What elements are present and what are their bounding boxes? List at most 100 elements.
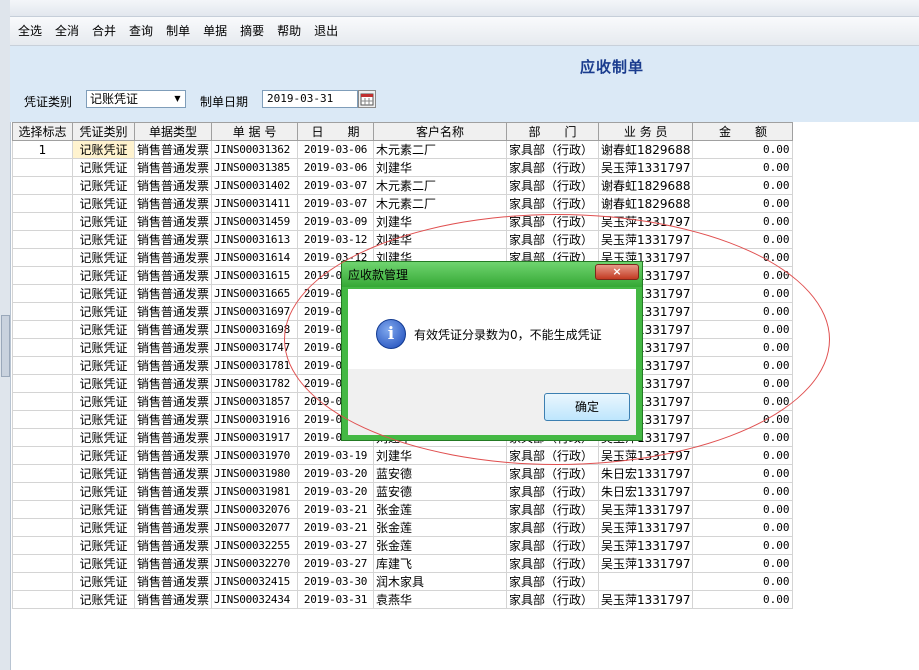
date-cell: 2019-03-12 — [297, 230, 375, 249]
document-number-cell: JINS00031697 — [211, 302, 299, 321]
table-row[interactable]: 记账凭证 销售普通发票 JINS00032255 2019-03-27 张金莲 家具部（行… — [12, 536, 794, 555]
page-title: 应收制单 — [580, 58, 645, 76]
selection-flag-cell[interactable] — [12, 212, 73, 231]
column-header[interactable]: 部 门 — [506, 122, 600, 141]
amount-cell: 0.00 — [692, 374, 794, 393]
voucher-type-cell: 记账凭证 — [72, 212, 135, 231]
column-header[interactable]: 业 务 员 — [598, 122, 694, 141]
document-type-cell: 销售普通发票 — [133, 320, 213, 339]
date-field[interactable]: 2019-03-31 — [262, 90, 358, 108]
selection-flag-cell[interactable] — [12, 536, 73, 555]
table-row[interactable]: 记账凭证 销售普通发票 JINS00032077 2019-03-21 张金莲 家具部（行… — [12, 518, 794, 537]
selection-flag-cell[interactable] — [12, 518, 73, 537]
selection-flag-cell[interactable] — [12, 590, 73, 609]
query-button[interactable]: 查询 — [124, 20, 158, 42]
selection-flag-cell[interactable] — [12, 230, 73, 249]
chevron-down-icon[interactable]: ▼ — [170, 91, 185, 107]
date-cell: 2019-03-31 — [297, 590, 375, 609]
document-number-cell: JINS00031459 — [211, 212, 299, 231]
table-row[interactable]: 记账凭证 销售普通发票 JINS00032076 2019-03-21 张金莲 家具部（行… — [12, 500, 794, 519]
document-type-cell: 销售普通发票 — [133, 446, 213, 465]
table-row[interactable]: 记账凭证 销售普通发票 JINS00032270 2019-03-27 库建飞 家具部（行… — [12, 554, 794, 573]
column-header[interactable]: 客户名称 — [373, 122, 508, 141]
selection-flag-cell[interactable] — [12, 158, 73, 177]
column-header[interactable]: 金 额 — [692, 122, 794, 141]
department-cell: 家具部（行政） — [506, 482, 600, 501]
amount-cell: 0.00 — [692, 428, 794, 447]
selection-flag-cell[interactable] — [12, 500, 73, 519]
dialog-message: 有效凭证分录数为0，不能生成凭证 — [414, 328, 602, 342]
selection-flag-cell[interactable] — [12, 284, 73, 303]
selection-flag-cell[interactable] — [12, 338, 73, 357]
selection-flag-cell[interactable] — [12, 320, 73, 339]
dialog-titlebar[interactable]: 应收款管理 × — [342, 262, 642, 287]
selection-flag-cell[interactable] — [12, 464, 73, 483]
table-row[interactable]: 记账凭证 销售普通发票 JINS00031402 2019-03-07 木元素二厂 家具部… — [12, 176, 794, 195]
table-row[interactable]: 记账凭证 销售普通发票 JINS00031980 2019-03-20 蓝安德 家具部（行… — [12, 464, 794, 483]
calendar-button[interactable] — [358, 90, 376, 108]
summary-button[interactable]: 摘要 — [235, 20, 269, 42]
selection-flag-cell[interactable] — [12, 410, 73, 429]
department-cell: 家具部（行政） — [506, 536, 600, 555]
make-voucher-button[interactable]: 制单 — [161, 20, 195, 42]
voucher-type-cell: 记账凭证 — [72, 176, 135, 195]
document-number-cell: JINS00032076 — [211, 500, 299, 519]
table-row[interactable]: 记账凭证 销售普通发票 JINS00031385 2019-03-06 刘建华 家具部（行… — [12, 158, 794, 177]
merge-button[interactable]: 合并 — [87, 20, 121, 42]
selection-flag-cell[interactable] — [12, 428, 73, 447]
ok-button[interactable]: 确定 — [544, 393, 630, 421]
selection-flag-cell[interactable] — [12, 176, 73, 195]
selection-flag-cell[interactable] — [12, 446, 73, 465]
salesperson-cell: 朱日宏1331797 — [598, 482, 694, 501]
selection-flag-cell[interactable] — [12, 248, 73, 267]
selection-flag-cell[interactable] — [12, 482, 73, 501]
table-row[interactable]: 1 记账凭证 销售普通发票 JINS00031362 2019-03-06 木元素二厂 家具… — [12, 140, 794, 159]
selection-flag-cell[interactable] — [12, 374, 73, 393]
department-cell: 家具部（行政） — [506, 158, 600, 177]
amount-cell: 0.00 — [692, 212, 794, 231]
voucher-type-label: 凭证类别 — [24, 95, 73, 109]
selection-flag-cell[interactable] — [12, 194, 73, 213]
help-button[interactable]: 帮助 — [272, 20, 306, 42]
document-number-cell: JINS00031781 — [211, 356, 299, 375]
department-cell: 家具部（行政） — [506, 500, 600, 519]
table-row[interactable]: 记账凭证 销售普通发票 JINS00031459 2019-03-09 刘建华 家具部（行… — [12, 212, 794, 231]
column-header[interactable]: 选择标志 — [12, 122, 73, 141]
deselect-all-button[interactable]: 全消 — [50, 20, 84, 42]
selection-flag-cell[interactable] — [12, 572, 73, 591]
column-header[interactable]: 凭证类别 — [72, 122, 135, 141]
document-button[interactable]: 单据 — [198, 20, 232, 42]
table-row[interactable]: 记账凭证 销售普通发票 JINS00031981 2019-03-20 蓝安德 家具部（行… — [12, 482, 794, 501]
table-row[interactable]: 记账凭证 销售普通发票 JINS00032415 2019-03-30 润木家具 家具部（… — [12, 572, 794, 591]
selection-flag-cell[interactable]: 1 — [12, 140, 73, 159]
document-type-cell: 销售普通发票 — [133, 590, 213, 609]
exit-button[interactable]: 退出 — [309, 20, 343, 42]
info-icon: i — [376, 319, 406, 349]
column-header[interactable]: 单据类型 — [133, 122, 213, 141]
column-header[interactable]: 单 据 号 — [211, 122, 299, 141]
table-row[interactable]: 记账凭证 销售普通发票 JINS00031970 2019-03-19 刘建华 家具部（行… — [12, 446, 794, 465]
voucher-type-select[interactable]: 记账凭证 ▼ — [86, 90, 186, 108]
table-row[interactable]: 记账凭证 销售普通发票 JINS00031613 2019-03-12 刘建华 家具部（行… — [12, 230, 794, 249]
document-number-cell: JINS00032434 — [211, 590, 299, 609]
selection-flag-cell[interactable] — [12, 554, 73, 573]
document-type-cell: 销售普通发票 — [133, 176, 213, 195]
selection-flag-cell[interactable] — [12, 266, 73, 285]
column-header[interactable]: 日 期 — [297, 122, 375, 141]
selection-flag-cell[interactable] — [12, 302, 73, 321]
table-row[interactable]: 记账凭证 销售普通发票 JINS00032434 2019-03-31 袁燕华 家具部（行… — [12, 590, 794, 609]
selection-flag-cell[interactable] — [12, 392, 73, 411]
date-cell: 2019-03-20 — [297, 464, 375, 483]
amount-cell: 0.00 — [692, 536, 794, 555]
customer-name-cell: 木元素二厂 — [373, 194, 508, 213]
document-type-cell: 销售普通发票 — [133, 158, 213, 177]
splitter-grip[interactable] — [1, 315, 10, 377]
voucher-type-cell: 记账凭证 — [72, 482, 135, 501]
department-cell: 家具部（行政） — [506, 464, 600, 483]
department-cell: 家具部（行政） — [506, 212, 600, 231]
amount-cell: 0.00 — [692, 176, 794, 195]
close-button[interactable]: × — [595, 264, 639, 280]
select-all-button[interactable]: 全选 — [13, 20, 47, 42]
table-row[interactable]: 记账凭证 销售普通发票 JINS00031411 2019-03-07 木元素二厂 家具部… — [12, 194, 794, 213]
selection-flag-cell[interactable] — [12, 356, 73, 375]
